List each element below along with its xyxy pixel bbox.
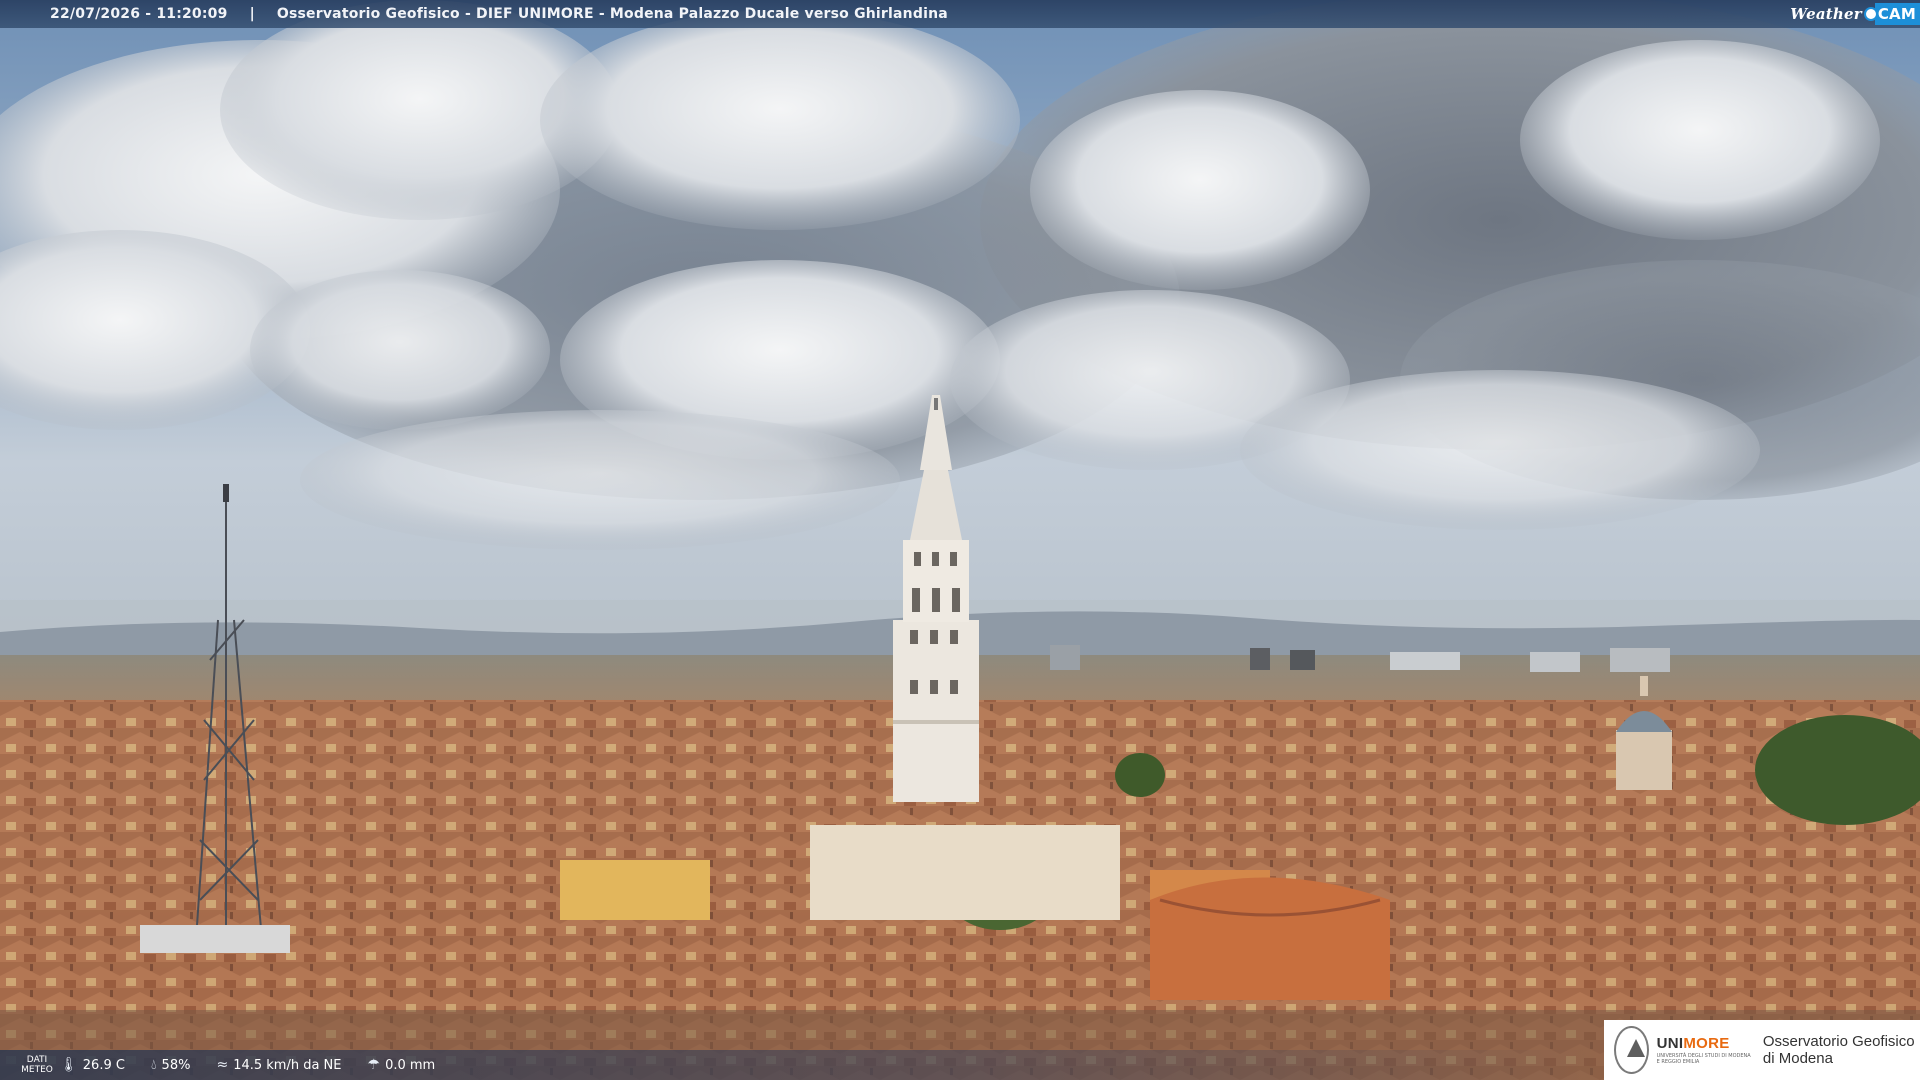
weathercam-cam-text: CAM <box>1874 3 1920 25</box>
thermometer-icon: 🌡︎ <box>60 1057 78 1073</box>
caption-bar: 22/07/2026 - 11:20:09 | Osservatorio Geo… <box>0 0 1920 28</box>
unimore-name: UNIMORE <box>1657 1035 1753 1052</box>
rain-value: 0.0 mm <box>385 1057 436 1073</box>
weathercam-logo: Weather CAM <box>1790 0 1920 28</box>
unimore-logo: UNIMORE UNIVERSITÀ DEGLI STUDI DI MODENA… <box>1604 1020 1920 1080</box>
unimore-brand: UNIMORE UNIVERSITÀ DEGLI STUDI DI MODENA… <box>1657 1035 1753 1065</box>
temperature-reading: 🌡︎ 26.9 C <box>60 1057 125 1073</box>
webcam-image <box>0 0 1920 1080</box>
wind-reading: ≈ 14.5 km/h da NE <box>216 1057 341 1073</box>
weathercam-weather-text: Weather <box>1790 5 1862 23</box>
rain-reading: ☂ 0.0 mm <box>368 1057 436 1073</box>
unimore-uni: UNI <box>1656 1035 1684 1052</box>
humidity-reading: 💧︎ 58% <box>151 1057 191 1073</box>
timestamp: 22/07/2026 - 11:20:09 <box>50 6 228 22</box>
unimore-seal-icon <box>1614 1026 1649 1074</box>
humidity-value: 58% <box>161 1057 191 1073</box>
caption-title: Osservatorio Geofisico - DIEF UNIMORE - … <box>276 6 948 22</box>
wind-value: 14.5 km/h da NE <box>233 1057 342 1073</box>
rain-icon: ☂ <box>367 1057 381 1073</box>
temperature-value: 26.9 C <box>82 1057 125 1073</box>
wind-icon: ≈ <box>216 1057 229 1073</box>
meteo-label: DATI METEO <box>21 1055 53 1075</box>
meteo-bar: DATI METEO 🌡︎ 26.9 C 💧︎ 58% ≈ 14.5 km/h … <box>0 1050 1600 1080</box>
unimore-subtitle: UNIVERSITÀ DEGLI STUDI DI MODENA E REGGI… <box>1656 1053 1751 1065</box>
weathercam-dot-icon <box>1863 7 1878 21</box>
observatory-name: Osservatorio Geofisico di Modena <box>1762 1033 1915 1067</box>
caption-separator: | <box>249 6 255 22</box>
unimore-more: MORE <box>1683 1035 1730 1052</box>
humidity-icon: 💧︎ <box>150 1057 157 1073</box>
